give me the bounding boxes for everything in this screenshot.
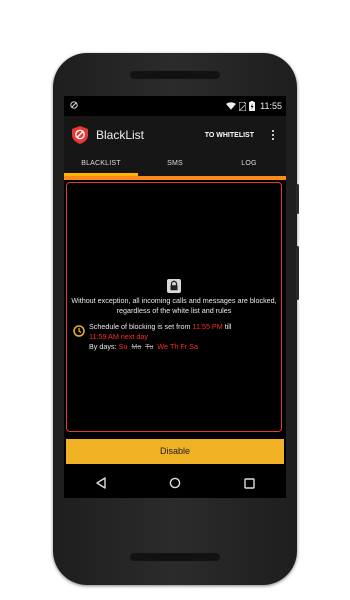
power-button [296, 184, 299, 214]
tab-bar: BLACKLIST SMS LOG [64, 154, 286, 176]
status-bar: 11:55 [64, 96, 286, 116]
day-sunday: Su [118, 342, 128, 351]
day-saturday: Sa [189, 342, 198, 351]
lock-icon [167, 279, 181, 293]
overflow-menu-icon[interactable] [268, 130, 278, 140]
blocking-status-panel: Without exception, all incoming calls an… [66, 182, 282, 432]
no-sim-icon [70, 101, 78, 111]
tab-indicator [64, 173, 138, 176]
blacklist-shield-icon [72, 126, 88, 144]
battery-icon [249, 101, 256, 111]
volume-button [296, 246, 299, 300]
by-days-label: By days: [89, 342, 119, 351]
tab-sms[interactable]: SMS [138, 154, 212, 176]
schedule-text: Schedule of blocking is set from 11:55 P… [89, 322, 232, 352]
to-whitelist-button[interactable]: TO WHITELIST [205, 132, 254, 139]
day-tuesday: Tu [145, 342, 154, 351]
status-icons: 11:55 [226, 101, 282, 111]
app-bar: BlackList TO WHITELIST [64, 116, 286, 154]
clock-icon [73, 324, 85, 352]
schedule-till: till [222, 322, 232, 331]
bottom-speaker [130, 553, 220, 561]
sim-icon [239, 101, 247, 111]
navigation-bar [64, 468, 286, 498]
day-friday: Fr [180, 342, 188, 351]
phone-screen: 11:55 BlackList TO WHITELIST BLACKLIST S… [64, 96, 286, 498]
recents-icon[interactable] [244, 477, 255, 489]
wifi-icon [226, 102, 237, 110]
day-wednesday: We [157, 342, 169, 351]
app-title: BlackList [96, 128, 145, 142]
schedule-from-time: 11:55 PM [192, 322, 223, 331]
lock-container [67, 279, 281, 293]
schedule-to-time: 11:59 AM next day [89, 332, 149, 341]
disable-button[interactable]: Disable [66, 439, 284, 464]
schedule-prefix: Schedule of blocking is set from [89, 322, 193, 331]
day-monday: Mo [131, 342, 142, 351]
blocking-message: Without exception, all incoming calls an… [71, 296, 277, 315]
accent-bar [64, 176, 286, 180]
tab-log[interactable]: LOG [212, 154, 286, 176]
back-icon[interactable] [95, 477, 107, 489]
schedule-info: Schedule of blocking is set from 11:55 P… [73, 322, 277, 352]
home-icon[interactable] [169, 477, 181, 489]
top-speaker [130, 71, 220, 79]
status-time: 11:55 [260, 101, 282, 111]
day-thursday: Th [170, 342, 179, 351]
